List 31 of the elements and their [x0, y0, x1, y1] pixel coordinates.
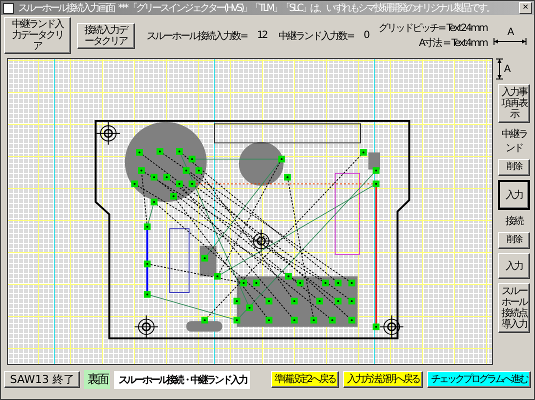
clear-data-button[interactable]: 中継ランド入力データクリア	[4, 17, 71, 54]
counter-value: 0	[364, 30, 368, 41]
section-label: 中継ランド	[500, 128, 528, 155]
counter-value: 12	[257, 30, 267, 41]
grid-pitch-label: グリッドピッチ= Text24mm	[378, 22, 487, 35]
nav-button[interactable]: チェックプログラムへ進む	[427, 371, 531, 388]
title-notice: *** 「グリースインジェクター(HVS)」「TLM」「SLC」は、いずれもシマ技研開発のオリジナル製品です。	[118, 2, 494, 15]
app-icon	[3, 2, 14, 14]
nav-button[interactable]: 入力方法説明へ戻る	[343, 371, 423, 388]
dimension-label: A	[507, 26, 513, 38]
side-button[interactable]: 入力事項再表示	[498, 84, 530, 123]
window-title: スルーホール接続入力画面	[18, 2, 114, 15]
nav-button[interactable]: 準備設定2へ戻る	[270, 371, 339, 388]
dimension-arrow-icon	[496, 58, 503, 80]
side-button[interactable]: 入力	[498, 180, 530, 210]
close-button[interactable]: ×	[519, 2, 532, 14]
mode-field: スルーホール接続・中継ランド入力	[114, 370, 250, 388]
dimension-label: A	[504, 64, 510, 74]
delete-button[interactable]: 削除	[498, 232, 530, 249]
counter-label: スルーホール接続入力数=	[146, 30, 247, 42]
delete-button[interactable]: 削除	[498, 159, 530, 176]
side-button[interactable]: 入力	[498, 253, 530, 279]
dimension-arrow-icon	[493, 38, 527, 44]
side-label: 裏面	[84, 370, 110, 389]
a-size-label: A寸法 = Text4mm	[418, 36, 487, 50]
section-label: 接続	[504, 214, 524, 228]
side-button[interactable]: スルーホール接続点導入力	[498, 283, 530, 333]
counter-label: 中継ランド入力数=	[278, 30, 354, 42]
clear-data-button[interactable]: 接続入力データクリア	[76, 22, 135, 48]
drawing-canvas[interactable]	[7, 58, 493, 365]
exit-button[interactable]: SAW13 終了	[4, 371, 80, 388]
